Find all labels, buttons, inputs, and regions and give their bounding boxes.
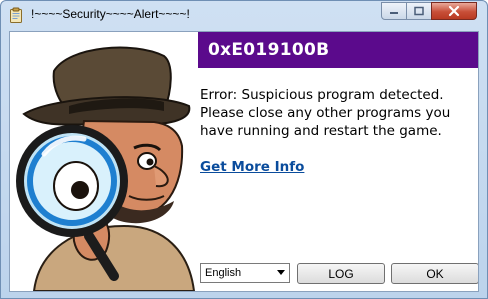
close-icon: [448, 5, 460, 17]
message-line-3: have running and restart the game.: [200, 123, 442, 139]
error-code: 0xE019100B: [208, 40, 330, 60]
error-message: Error: Suspicious program detected. Plea…: [200, 86, 475, 140]
message-line-2: Please close any other programs you: [200, 105, 451, 121]
window-title: !~~~~Security~~~~Alert~~~~!: [31, 7, 190, 21]
title-bar[interactable]: !~~~~Security~~~~Alert~~~~!: [1, 1, 487, 29]
language-dropdown-button[interactable]: [273, 264, 289, 282]
minimize-button[interactable]: [381, 2, 407, 20]
maximize-button[interactable]: [406, 2, 432, 20]
clipboard-icon: [10, 7, 22, 23]
log-button[interactable]: LOG: [297, 263, 385, 284]
minimize-icon: [390, 12, 398, 14]
language-select[interactable]: English: [200, 263, 290, 283]
get-more-info-link[interactable]: Get More Info: [200, 159, 304, 175]
language-selected-value: English: [205, 267, 242, 279]
ok-button[interactable]: OK: [391, 263, 478, 284]
maximize-icon: [414, 6, 424, 16]
message-line-1: Error: Suspicious program detected.: [200, 87, 444, 103]
chevron-down-icon: [277, 270, 285, 275]
detective-with-magnifier-icon: [16, 46, 196, 291]
close-button[interactable]: [431, 2, 477, 20]
alert-body: 0xE019100B Error: Suspicious program det…: [9, 31, 479, 292]
alert-window: !~~~~Security~~~~Alert~~~~! 0xE019100B E…: [0, 0, 488, 299]
error-code-header: 0xE019100B: [198, 32, 478, 68]
